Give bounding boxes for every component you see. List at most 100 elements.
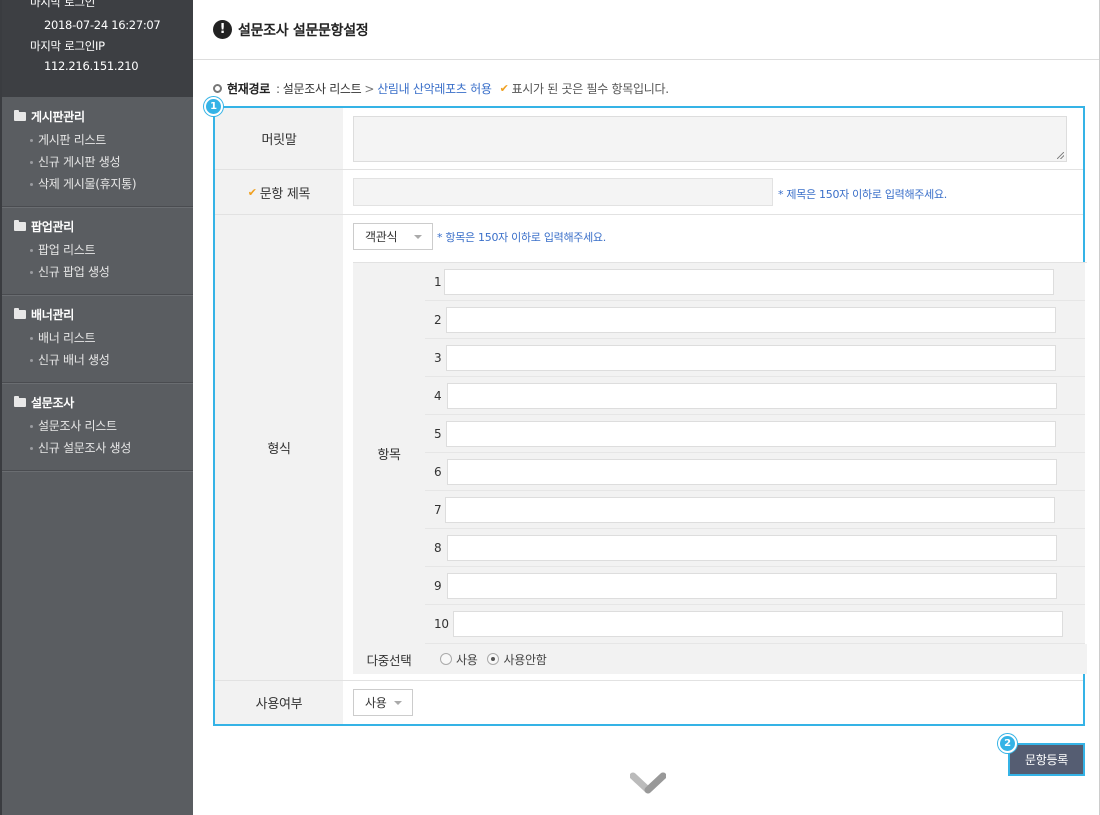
menu-title-survey[interactable]: 설문조사 xyxy=(2,393,193,411)
item-input[interactable] xyxy=(446,421,1056,447)
main-content: ! 설문조사 설문문항설정 현재경로 : 설문조사 리스트 > 산림내 산악레포… xyxy=(193,0,1100,815)
chevron-down-icon xyxy=(414,235,422,239)
chevron-down-icon xyxy=(394,701,402,705)
prefix-label: 머릿말 xyxy=(215,108,343,169)
sidebar: 마지막 로그인 2018-07-24 16:27:07 마지막 로그인IP 11… xyxy=(0,0,193,815)
folder-icon xyxy=(14,109,26,121)
multi-select-label: 다중선택 xyxy=(366,652,412,668)
menu-title-board[interactable]: 게시판관리 xyxy=(2,107,193,125)
sidebar-item-popup-list[interactable]: 팝업 리스트 xyxy=(2,239,193,261)
item-number: 10 xyxy=(434,617,449,631)
last-login-label: 마지막 로그인 xyxy=(30,0,96,9)
menu-group-survey: 설문조사 설문조사 리스트 신규 설문조사 생성 xyxy=(2,383,193,472)
folder-icon xyxy=(14,219,26,231)
item-number: 1 xyxy=(434,275,442,289)
title-hint: * 제목은 150자 이하로 입력해주세요. xyxy=(778,188,947,201)
multi-select-row: 다중선택 사용 사용안함 xyxy=(353,644,1087,674)
page-title: 설문조사 설문문항설정 xyxy=(238,22,369,39)
title-row: ✔ 문항 제목 * 제목은 150자 이하로 입력해주세요. xyxy=(215,170,1083,215)
login-info: 마지막 로그인 2018-07-24 16:27:07 마지막 로그인IP 11… xyxy=(2,0,193,97)
last-login-value: 2018-07-24 16:27:07 xyxy=(44,18,161,32)
radio-icon[interactable] xyxy=(440,653,452,665)
items-area: 항목 1 2 3 4 5 6 7 8 9 10 다중선택 사용 사용안함 xyxy=(353,262,1087,674)
item-input[interactable] xyxy=(447,573,1057,599)
item-row: 6 xyxy=(425,453,1085,491)
item-number: 6 xyxy=(434,465,442,479)
item-input[interactable] xyxy=(444,269,1054,295)
step-badge-2: 2 xyxy=(998,734,1017,753)
title-label-cell: ✔ 문항 제목 xyxy=(215,170,343,214)
menu-title-popup[interactable]: 팝업관리 xyxy=(2,217,193,235)
format-hint: * 항목은 150자 이하로 입력해주세요. xyxy=(437,231,606,244)
menu-title-label: 설문조사 xyxy=(31,395,74,410)
menu-title-banner[interactable]: 배너관리 xyxy=(2,305,193,323)
question-form: 머릿말 ✔ 문항 제목 * 제목은 150자 이하로 입력해주세요. 형식 객관식… xyxy=(213,106,1087,726)
breadcrumb-separator: : xyxy=(275,81,280,96)
ring-bullet-icon xyxy=(213,84,222,93)
format-label: 형식 xyxy=(215,215,343,680)
breadcrumb-arrow-icon: > xyxy=(364,81,375,96)
item-input[interactable] xyxy=(446,345,1056,371)
menu-group-banner: 배너관리 배너 리스트 신규 배너 생성 xyxy=(2,295,193,384)
item-row: 3 xyxy=(425,339,1085,377)
item-row: 9 xyxy=(425,567,1085,605)
item-row: 10 xyxy=(425,605,1085,644)
scroll-down-chevron-icon[interactable] xyxy=(630,770,666,798)
item-input[interactable] xyxy=(447,383,1057,409)
item-row: 1 xyxy=(425,263,1085,301)
folder-icon xyxy=(14,307,26,319)
sidebar-item-banner-list[interactable]: 배너 리스트 xyxy=(2,327,193,349)
item-input[interactable] xyxy=(445,497,1055,523)
step-badge-1: 1 xyxy=(204,97,223,116)
breadcrumb: 현재경로 : 설문조사 리스트 > 산림내 산악레포츠 허용 ✔ 표시가 된 곳… xyxy=(213,80,669,97)
item-number: 5 xyxy=(434,427,442,441)
prefix-row: 머릿말 xyxy=(215,108,1083,170)
multi-option-use[interactable]: 사용 xyxy=(440,651,478,668)
menu-title-label: 팝업관리 xyxy=(31,219,74,234)
checkmark-icon: ✔ xyxy=(247,185,257,199)
item-input[interactable] xyxy=(446,307,1056,333)
last-ip-value: 112.216.151.210 xyxy=(44,59,139,73)
format-select-value: 객관식 xyxy=(365,230,398,244)
title-label: 문항 제목 xyxy=(259,186,311,202)
prefix-textarea[interactable] xyxy=(353,116,1067,162)
radio-label: 사용 xyxy=(456,652,478,667)
item-row: 8 xyxy=(425,529,1085,567)
checkmark-icon: ✔ xyxy=(499,82,509,95)
radio-label: 사용안함 xyxy=(503,652,547,667)
usage-select-value: 사용 xyxy=(365,696,387,710)
breadcrumb-home: 현재경로 xyxy=(227,82,270,96)
item-input[interactable] xyxy=(453,611,1063,637)
items-label: 항목 xyxy=(353,263,425,644)
page-header: ! 설문조사 설문문항설정 xyxy=(193,0,1099,60)
sidebar-item-survey-create[interactable]: 신규 설문조사 생성 xyxy=(2,437,193,459)
item-row: 7 xyxy=(425,491,1085,529)
sidebar-item-trash[interactable]: 삭제 게시물(휴지통) xyxy=(2,173,193,195)
exclamation-icon: ! xyxy=(213,20,232,39)
multi-option-none[interactable]: 사용안함 xyxy=(487,651,547,668)
usage-select[interactable]: 사용 xyxy=(353,689,413,716)
item-number: 2 xyxy=(434,313,442,327)
menu-title-label: 배너관리 xyxy=(31,307,74,322)
usage-row: 사용여부 사용 xyxy=(215,681,1083,724)
menu-group-popup: 팝업관리 팝업 리스트 신규 팝업 생성 xyxy=(2,207,193,296)
radio-selected-icon[interactable] xyxy=(487,653,500,665)
item-input[interactable] xyxy=(447,459,1057,485)
sidebar-item-survey-list[interactable]: 설문조사 리스트 xyxy=(2,415,193,437)
format-row: 형식 객관식 * 항목은 150자 이하로 입력해주세요. 항목 1 2 3 4… xyxy=(215,215,1087,681)
sidebar-item-board-list[interactable]: 게시판 리스트 xyxy=(2,129,193,151)
item-number: 4 xyxy=(434,389,442,403)
required-note: 표시가 된 곳은 필수 항목입니다. xyxy=(511,82,670,96)
title-input[interactable] xyxy=(353,178,773,206)
menu-group-board: 게시판관리 게시판 리스트 신규 게시판 생성 삭제 게시물(휴지통) xyxy=(2,97,193,208)
breadcrumb-link-survey-list[interactable]: 설문조사 리스트 xyxy=(283,80,362,97)
item-number: 8 xyxy=(434,541,442,555)
item-input[interactable] xyxy=(447,535,1057,561)
last-ip-label: 마지막 로그인IP xyxy=(30,39,105,53)
sidebar-item-popup-create[interactable]: 신규 팝업 생성 xyxy=(2,261,193,283)
sidebar-item-board-create[interactable]: 신규 게시판 생성 xyxy=(2,151,193,173)
format-select[interactable]: 객관식 xyxy=(353,223,433,250)
menu-title-label: 게시판관리 xyxy=(31,109,85,124)
register-question-button[interactable]: 문항등록 xyxy=(1008,743,1085,776)
sidebar-item-banner-create[interactable]: 신규 배너 생성 xyxy=(2,349,193,371)
